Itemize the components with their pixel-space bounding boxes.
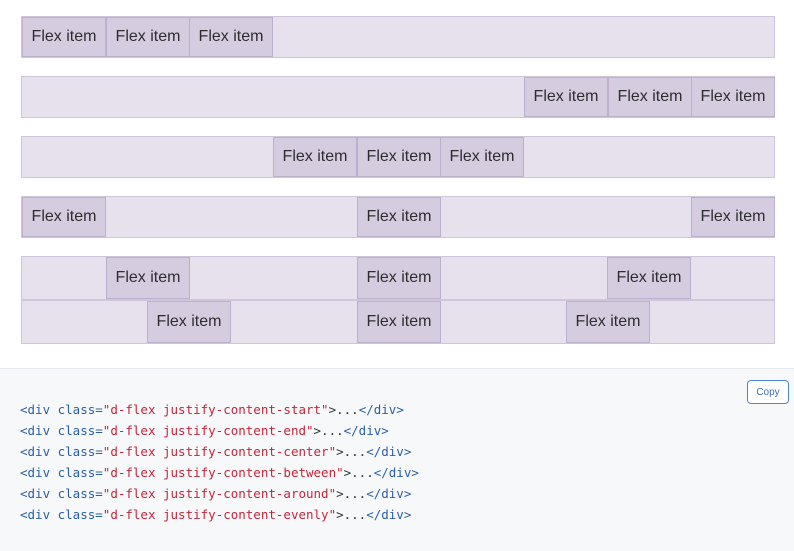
- flex-item: Flex item: [106, 17, 190, 57]
- code-attr: class=: [50, 486, 103, 501]
- flex-item: Flex item: [357, 137, 441, 177]
- code-attr: class=: [50, 465, 103, 480]
- code-tag-close: </div>: [343, 423, 389, 438]
- flex-item: Flex item: [440, 137, 524, 177]
- flex-row-between: Flex item Flex item Flex item: [21, 196, 775, 238]
- code-punct: >...: [336, 507, 367, 522]
- copy-button[interactable]: Copy: [747, 380, 789, 404]
- code-punct: >...: [328, 402, 359, 417]
- flex-row-end: Flex item Flex item Flex item: [21, 76, 775, 118]
- flex-item: Flex item: [106, 257, 190, 299]
- code-string: "d-flex justify-content-start": [102, 402, 329, 417]
- code-tag-close: </div>: [366, 507, 412, 522]
- code-tag-open: <div: [20, 465, 51, 480]
- code-line: <div class="d-flex justify-content-betwe…: [20, 465, 419, 480]
- code-line: <div class="d-flex justify-content-cente…: [20, 444, 411, 459]
- flex-row-center: Flex item Flex item Flex item: [21, 136, 775, 178]
- flex-item: Flex item: [524, 77, 608, 117]
- code-string: "d-flex justify-content-between": [102, 465, 344, 480]
- code-tag-open: <div: [20, 423, 51, 438]
- flex-item: Flex item: [566, 301, 650, 343]
- flex-item: Flex item: [357, 257, 441, 299]
- flex-item: Flex item: [22, 17, 106, 57]
- code-attr: class=: [50, 444, 103, 459]
- code-string: "d-flex justify-content-evenly": [102, 507, 337, 522]
- code-tag-close: </div>: [366, 486, 412, 501]
- flex-item: Flex item: [189, 17, 273, 57]
- code-attr: class=: [50, 402, 103, 417]
- flex-row-evenly: Flex item Flex item Flex item: [21, 300, 775, 344]
- flex-item: Flex item: [608, 77, 692, 117]
- flex-example-preview: Flex item Flex item Flex item Flex item …: [0, 0, 794, 368]
- code-tag-close: </div>: [358, 402, 404, 417]
- flex-item: Flex item: [691, 197, 775, 237]
- code-tag-open: <div: [20, 507, 51, 522]
- code-line: <div class="d-flex justify-content-start…: [20, 402, 404, 417]
- code-tag-open: <div: [20, 486, 51, 501]
- code-string: "d-flex justify-content-center": [102, 444, 337, 459]
- flex-item: Flex item: [147, 301, 231, 343]
- code-line: <div class="d-flex justify-content-aroun…: [20, 486, 411, 501]
- flex-row-start: Flex item Flex item Flex item: [21, 16, 775, 58]
- code-tag-close: </div>: [373, 465, 419, 480]
- code-punct: >...: [336, 444, 367, 459]
- code-punct: >...: [336, 486, 367, 501]
- code-block: <div class="d-flex justify-content-start…: [20, 399, 419, 525]
- flex-item: Flex item: [273, 137, 357, 177]
- code-tag-close: </div>: [366, 444, 412, 459]
- flex-row-around: Flex item Flex item Flex item: [21, 256, 775, 300]
- code-tag-open: <div: [20, 402, 51, 417]
- code-string: "d-flex justify-content-around": [102, 486, 337, 501]
- code-attr: class=: [50, 507, 103, 522]
- flex-item: Flex item: [357, 301, 441, 343]
- code-line: <div class="d-flex justify-content-end">…: [20, 423, 389, 438]
- flex-item: Flex item: [22, 197, 106, 237]
- flex-item: Flex item: [357, 197, 441, 237]
- code-punct: >...: [343, 465, 374, 480]
- code-line: <div class="d-flex justify-content-evenl…: [20, 507, 411, 522]
- code-punct: >...: [313, 423, 344, 438]
- code-snippet-panel: Copy <div class="d-flex justify-content-…: [0, 368, 794, 551]
- flex-item: Flex item: [691, 77, 775, 117]
- code-attr: class=: [50, 423, 103, 438]
- code-string: "d-flex justify-content-end": [102, 423, 314, 438]
- flex-item: Flex item: [607, 257, 691, 299]
- code-tag-open: <div: [20, 444, 51, 459]
